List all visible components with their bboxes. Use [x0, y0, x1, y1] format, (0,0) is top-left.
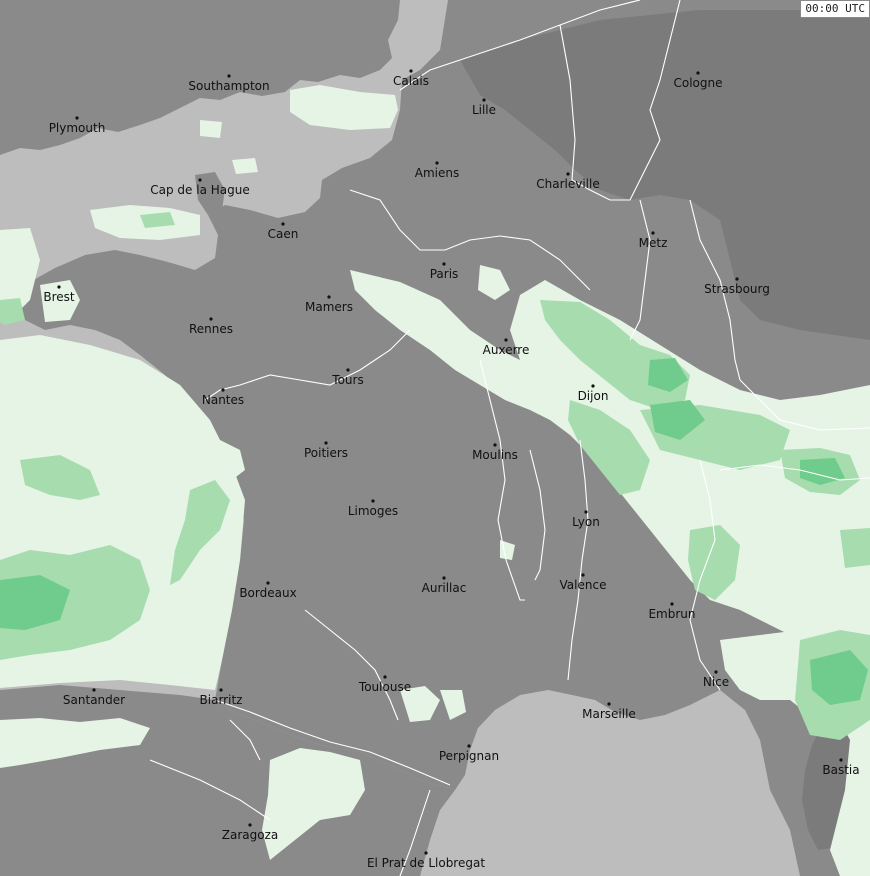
city-dot-nice — [714, 670, 718, 674]
city-dot-brest — [57, 285, 61, 289]
city-dot-paris — [442, 262, 446, 266]
city-dot-lille — [482, 98, 486, 102]
city-dot-plymouth — [75, 116, 79, 120]
city-dot-bastia — [839, 758, 843, 762]
city-label-embrun: Embrun — [648, 607, 695, 621]
city-dot-aurillac — [442, 576, 446, 580]
city-label-nantes: Nantes — [202, 393, 244, 407]
city-dot-poitiers — [324, 441, 328, 445]
city-label-caen: Caen — [268, 227, 299, 241]
city-label-auxerre: Auxerre — [483, 343, 530, 357]
city-dot-amiens — [435, 161, 439, 165]
city-label-calais: Calais — [393, 74, 429, 88]
city-dot-southampton — [227, 74, 231, 78]
city-dot-rennes — [209, 317, 213, 321]
city-label-cap-de-la-hague: Cap de la Hague — [150, 183, 249, 197]
city-label-plymouth: Plymouth — [49, 121, 106, 135]
city-dot-moulins — [493, 443, 497, 447]
city-label-dijon: Dijon — [578, 389, 609, 403]
city-dot-lyon — [584, 510, 588, 514]
city-dot-charleville — [566, 172, 570, 176]
city-dot-auxerre — [504, 338, 508, 342]
city-dot-mamers — [327, 295, 331, 299]
city-label-poitiers: Poitiers — [304, 446, 348, 460]
city-label-aurillac: Aurillac — [422, 581, 467, 595]
city-label-metz: Metz — [639, 236, 668, 250]
city-label-el-prat-de-llobregat: El Prat de Llobregat — [367, 856, 485, 870]
city-dot-metz — [651, 231, 655, 235]
city-label-lille: Lille — [472, 103, 496, 117]
city-label-nice: Nice — [703, 675, 729, 689]
city-label-santander: Santander — [63, 693, 125, 707]
city-label-rennes: Rennes — [189, 322, 233, 336]
city-label-valence: Valence — [560, 578, 607, 592]
city-dot-limoges — [371, 499, 375, 503]
city-label-mamers: Mamers — [305, 300, 353, 314]
city-label-lyon: Lyon — [572, 515, 600, 529]
city-dot-santander — [92, 688, 96, 692]
city-dot-calais — [409, 69, 413, 73]
city-label-charleville: Charleville — [536, 177, 599, 191]
city-dot-dijon — [591, 384, 595, 388]
city-dot-nantes — [221, 388, 225, 392]
weather-map: Southampton Calais Cologne Plymouth Lill… — [0, 0, 870, 876]
city-dot-perpignan — [467, 744, 471, 748]
timestamp-badge: 00:00 UTC — [800, 0, 870, 18]
city-dot-el-prat-de-llobregat — [424, 851, 428, 855]
city-dot-strasbourg — [735, 277, 739, 281]
city-dot-marseille — [607, 702, 611, 706]
city-label-perpignan: Perpignan — [439, 749, 499, 763]
city-label-southampton: Southampton — [188, 79, 269, 93]
city-label-strasbourg: Strasbourg — [704, 282, 770, 296]
city-dot-bordeaux — [266, 581, 270, 585]
city-dot-valence — [581, 573, 585, 577]
city-label-zaragoza: Zaragoza — [222, 828, 278, 842]
city-label-moulins: Moulins — [472, 448, 518, 462]
city-dot-tours — [346, 368, 350, 372]
city-label-paris: Paris — [430, 267, 459, 281]
city-dot-embrun — [670, 602, 674, 606]
city-label-biarritz: Biarritz — [200, 693, 243, 707]
city-label-tours: Tours — [331, 373, 363, 387]
city-label-toulouse: Toulouse — [358, 680, 411, 694]
city-label-bordeaux: Bordeaux — [239, 586, 296, 600]
city-label-brest: Brest — [43, 290, 75, 304]
city-dot-cologne — [696, 71, 700, 75]
city-label-limoges: Limoges — [348, 504, 398, 518]
city-dot-toulouse — [383, 675, 387, 679]
city-label-cologne: Cologne — [673, 76, 722, 90]
city-dot-caen — [281, 222, 285, 226]
city-label-marseille: Marseille — [582, 707, 636, 721]
city-label-bastia: Bastia — [822, 763, 859, 777]
city-dot-zaragoza — [248, 823, 252, 827]
city-dot-biarritz — [219, 688, 223, 692]
city-dot-cap-de-la-hague — [198, 178, 202, 182]
city-label-amiens: Amiens — [415, 166, 459, 180]
